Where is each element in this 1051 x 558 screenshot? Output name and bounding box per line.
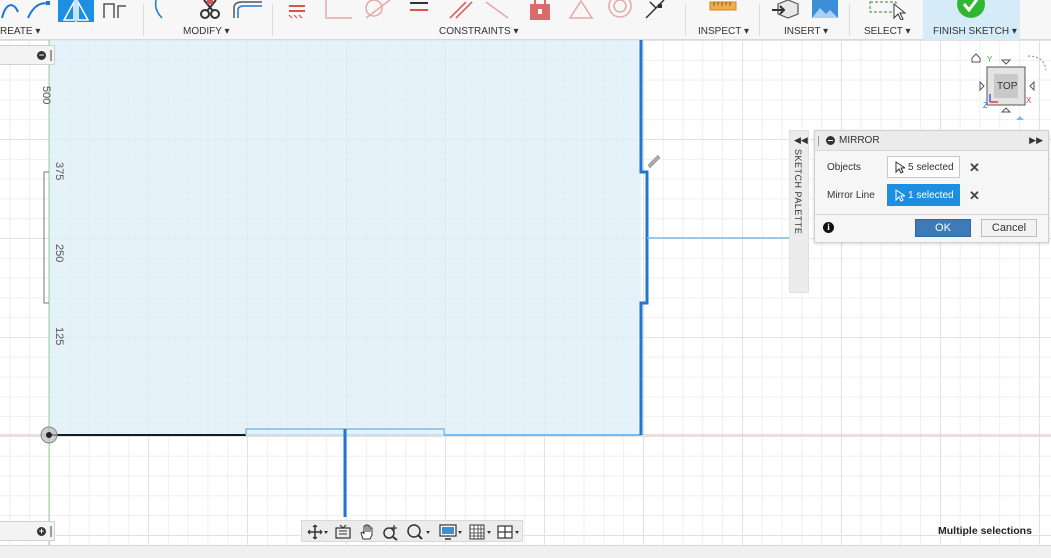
dialog-header[interactable]: MIRROR ▶▶	[815, 131, 1048, 151]
toolbar: REATE ▾ MODIFY ▾ CONSTRAINTS ▾ INSPECT ▾…	[0, 0, 1051, 40]
equal-icon[interactable]	[408, 0, 430, 20]
toolbar-separator	[849, 4, 850, 36]
info-icon[interactable]: i	[823, 222, 834, 233]
look-at-icon[interactable]	[334, 523, 352, 541]
objects-value: 5 selected	[908, 162, 954, 173]
ruler-label-375: 375	[53, 162, 65, 181]
dialog-divider	[815, 214, 1048, 215]
insert-menu-label[interactable]: INSERT ▾	[784, 26, 828, 37]
objects-label: Objects	[827, 162, 861, 173]
browser-panel-top[interactable]: −	[0, 45, 55, 65]
sketch-profile	[49, 40, 641, 435]
grid-settings-icon[interactable]	[468, 523, 494, 541]
sketch-geometry[interactable]	[0, 40, 1051, 545]
fix-constraint-icon[interactable]	[286, 0, 308, 20]
mirror-tool-icon[interactable]	[58, 0, 94, 22]
window-select-icon[interactable]	[868, 0, 908, 20]
clear-mirror-line-icon[interactable]: ✕	[969, 188, 980, 204]
inspect-group[interactable]: INSPECT ▾	[690, 0, 756, 40]
circular-pattern-icon[interactable]	[100, 0, 130, 20]
home-icon	[971, 53, 981, 63]
mirror-line-value: 1 selected	[908, 190, 954, 201]
mirror-dialog: MIRROR ▶▶ Objects 5 selected ✕ Mirror Li…	[814, 130, 1049, 243]
axis-y-label: Y	[987, 55, 993, 64]
insert-image-icon[interactable]	[810, 0, 840, 20]
grip-handle[interactable]	[50, 50, 52, 61]
sketch-palette-tab[interactable]: ◀◀ SKETCH PALETTE	[789, 130, 809, 293]
browser-panel-bottom[interactable]: +	[0, 521, 55, 541]
symmetry-icon[interactable]	[644, 0, 668, 20]
select-group[interactable]: SELECT ▾	[854, 0, 920, 40]
perpendicular-icon[interactable]	[320, 0, 354, 20]
objects-selector[interactable]: 5 selected	[887, 156, 960, 178]
ruler-label-125: 125	[53, 327, 65, 346]
trim-scissors-icon[interactable]	[198, 0, 222, 20]
clear-objects-icon[interactable]: ✕	[969, 160, 980, 176]
modify-group[interactable]: MODIFY ▾	[148, 0, 270, 40]
tangent-icon[interactable]	[362, 0, 392, 20]
cancel-button[interactable]: Cancel	[981, 219, 1037, 237]
insert-group[interactable]: INSERT ▾	[764, 0, 846, 40]
select-menu-label[interactable]: SELECT ▾	[864, 26, 911, 37]
constraints-group[interactable]: CONSTRAINTS ▾	[276, 0, 684, 40]
orbit-arrow-icon	[1027, 55, 1047, 71]
finish-sketch-button[interactable]: FINISH SKETCH ▾	[923, 0, 1020, 40]
constraints-menu-label[interactable]: CONSTRAINTS ▾	[439, 26, 518, 37]
toolbar-separator	[143, 4, 144, 36]
ruler-label-250: 250	[53, 244, 65, 263]
status-bar	[0, 545, 1051, 558]
conic-curve-icon[interactable]	[26, 0, 52, 20]
create-menu-label[interactable]: REATE ▾	[0, 26, 40, 37]
parallel-icon[interactable]	[448, 0, 474, 20]
toolbar-separator	[685, 4, 686, 36]
fillet-icon[interactable]	[232, 0, 264, 20]
sketch-palette-label: SKETCH PALETTE	[793, 149, 803, 235]
mirror-line-label: Mirror Line	[827, 190, 875, 201]
toolbar-separator	[272, 4, 273, 36]
offset-icon[interactable]	[152, 0, 166, 20]
finish-sketch-label[interactable]: FINISH SKETCH ▾	[933, 26, 1017, 37]
collinear-icon[interactable]	[484, 0, 510, 20]
modify-menu-label[interactable]: MODIFY ▾	[183, 26, 230, 37]
mirror-line-selector[interactable]: 1 selected	[887, 184, 960, 206]
selection-status-text: Multiple selections	[938, 525, 1032, 537]
ruler-bracket	[43, 171, 49, 304]
cursor-arrow-icon	[895, 161, 905, 174]
grip-handle[interactable]	[50, 526, 52, 537]
axis-z-label: Z	[983, 101, 988, 110]
grip-handle[interactable]	[818, 136, 820, 146]
sketch-canvas[interactable]: 500 375 250 125	[0, 40, 1051, 545]
view-cube[interactable]: TOP Y X Z	[970, 44, 1050, 124]
cursor-icon	[647, 154, 661, 169]
fit-zoom-icon[interactable]	[406, 523, 432, 541]
viewcube-face-top[interactable]: TOP	[997, 81, 1017, 92]
pan-hand-icon[interactable]	[358, 523, 376, 541]
expand-icon[interactable]: +	[37, 527, 46, 536]
collapse-icon[interactable]	[826, 136, 835, 145]
sketch-line-right-edge	[639, 40, 649, 435]
ruler-label-500: 500	[40, 86, 52, 105]
create-group[interactable]: REATE ▾	[0, 0, 140, 40]
collapse-arrows-icon[interactable]: ◀◀	[794, 135, 808, 146]
collapse-icon[interactable]: −	[37, 51, 46, 60]
checkmark-icon	[957, 0, 985, 18]
spline-icon[interactable]	[0, 0, 22, 20]
navigation-toolbar	[301, 520, 523, 542]
toolbar-separator	[759, 4, 760, 36]
viewports-icon[interactable]	[496, 523, 522, 541]
measure-icon[interactable]	[708, 0, 738, 20]
ok-button[interactable]: OK	[915, 219, 971, 237]
cursor-arrow-icon	[895, 189, 905, 202]
dialog-title: MIRROR	[839, 135, 880, 146]
axis-x-label: X	[1026, 96, 1032, 105]
triangle-icon[interactable]	[568, 0, 594, 20]
lock-icon[interactable]	[528, 0, 552, 20]
insert-derive-icon[interactable]	[770, 0, 800, 20]
display-settings-icon[interactable]	[438, 523, 464, 541]
inspect-menu-label[interactable]: INSPECT ▾	[698, 26, 749, 37]
orbit-icon[interactable]	[306, 523, 328, 541]
zoom-icon[interactable]	[382, 523, 400, 541]
expand-arrows-icon[interactable]: ▶▶	[1029, 135, 1043, 146]
concentric-icon[interactable]	[606, 0, 634, 20]
